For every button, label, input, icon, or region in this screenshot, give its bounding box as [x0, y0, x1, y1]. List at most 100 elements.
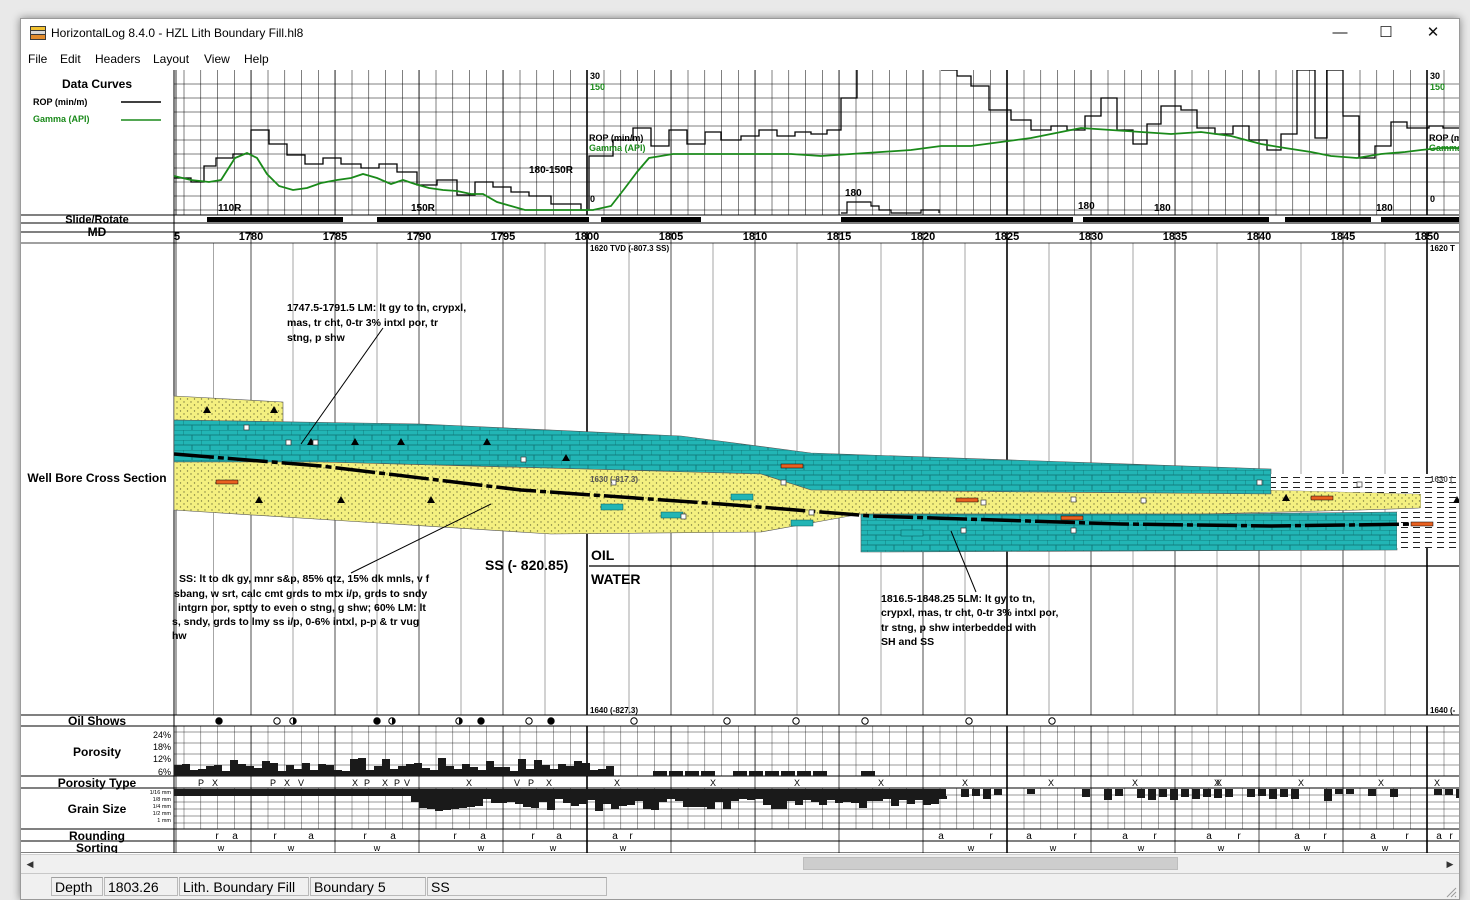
oil-show-marker [630, 717, 638, 725]
menu-edit[interactable]: Edit [60, 52, 81, 66]
scrollbar-thumb[interactable] [803, 857, 1178, 870]
annotation-line: stng, p shw [287, 332, 346, 344]
porosity-bar [310, 770, 318, 776]
oil-show-marker [861, 717, 869, 725]
grain-scale-1-8: 1/8 mm [153, 797, 172, 803]
grain-size-bar [1434, 789, 1442, 795]
grain-size-bar [1456, 789, 1459, 798]
rotate-mark-180-c: 180 [1154, 203, 1171, 214]
porosity-type-mark: X [284, 778, 290, 788]
porosity-bar [326, 765, 334, 776]
menu-view[interactable]: View [204, 52, 230, 66]
porosity-bar [278, 771, 286, 776]
menu-help[interactable]: Help [244, 52, 269, 66]
porosity-bar [574, 761, 582, 776]
rounding-mark: r [363, 831, 367, 842]
menu-file[interactable]: File [28, 52, 47, 66]
porosity-bar [398, 766, 406, 776]
porosity-bar [781, 771, 795, 776]
grain-size-bar [972, 789, 980, 796]
porosity-bar [318, 764, 326, 776]
cross-section-label: Well Bore Cross Section [27, 471, 166, 485]
resize-grip-icon[interactable] [1445, 886, 1457, 898]
grain-size-bar [507, 796, 515, 802]
porosity-bar [422, 768, 430, 776]
sorting-mark: w [477, 843, 485, 853]
app-icon [30, 26, 46, 40]
porosity-marker [243, 424, 250, 431]
tvd-mid-right-label: 1630 ( [1430, 475, 1453, 484]
rounding-mark: r [215, 831, 219, 842]
porosity-bar [414, 763, 422, 776]
rounding-mark: a [1026, 831, 1032, 842]
rounding-mark: a [1122, 831, 1128, 842]
grain-size-bar [1192, 789, 1200, 799]
rop-inline-label-right: ROP (min/m) [1429, 133, 1459, 143]
sorting-mark: w [1381, 843, 1389, 853]
tvd-mid-label: 1630 (-817.3) [590, 475, 638, 484]
gamma-inline-label: Gamma (API) [589, 143, 646, 153]
close-button[interactable]: ✕ [1410, 19, 1456, 47]
menu-layout[interactable]: Layout [153, 52, 189, 66]
scroll-right-icon[interactable]: ▶ [1442, 856, 1458, 872]
porosity-type-mark: X [352, 778, 358, 788]
horizontal-scrollbar[interactable]: ◀ ▶ [21, 854, 1459, 873]
rounding-mark: r [1323, 831, 1327, 842]
porosity-bar [486, 761, 494, 776]
grain-size-bar [595, 796, 603, 811]
limestone-stringer [660, 511, 684, 519]
md-tick-label: 5 [174, 231, 180, 243]
grain-size-bar [961, 789, 969, 797]
porosity-bar [302, 763, 310, 776]
limestone-stringer [900, 529, 924, 537]
status-mode: Lith. Boundary Fill [179, 877, 309, 896]
porosity-bar [502, 767, 510, 776]
menu-headers[interactable]: Headers [95, 52, 140, 66]
grain-size-bar [667, 796, 675, 799]
porosity-bar [374, 766, 382, 776]
grain-size-bar [435, 796, 443, 811]
porosity-type-mark: X [212, 778, 218, 788]
grain-size-bar [771, 796, 779, 809]
minimize-button[interactable]: — [1317, 19, 1363, 47]
porosity-bar [526, 769, 534, 776]
rounding-mark: r [1153, 831, 1157, 842]
porosity-bar [230, 760, 238, 776]
log-canvas[interactable]: P X P X V X P X P V X V P X X X X X X X X X X XX Xr a r a r a r a r a a r a r… [21, 70, 1459, 853]
porosity-bar [358, 758, 366, 776]
porosity-bar [350, 759, 358, 776]
sorting-mark: w [967, 843, 975, 853]
porosity-type-mark: X [382, 778, 388, 788]
grain-size-bar [739, 796, 747, 799]
porosity-bar [294, 769, 302, 776]
porosity-type-mark: X [878, 778, 884, 788]
limestone-stringer [790, 519, 814, 527]
sorting-mark: w [1049, 843, 1057, 853]
sorting-mark: w [619, 843, 627, 853]
grain-size-bar [983, 789, 991, 799]
grain-size-bar [475, 796, 483, 806]
porosity-marker [1356, 481, 1363, 488]
porosity-bar [566, 766, 574, 776]
grain-size-bar [587, 796, 595, 800]
porosity-label: Porosity [73, 745, 121, 759]
grain-size-bar [411, 796, 419, 802]
rounding-mark: r [453, 831, 457, 842]
porosity-bar [222, 771, 230, 776]
maximize-button[interactable]: ☐ [1363, 19, 1409, 47]
annotation-line: mas, tr cht, 0-tr 3% intxl por, tr [287, 317, 438, 329]
grain-size-bar [811, 796, 819, 802]
oil-show-marker [547, 717, 555, 725]
rotate-mark-180-a: 180 [845, 188, 862, 199]
grain-size-bar [691, 796, 699, 807]
scroll-left-icon[interactable]: ◀ [22, 856, 38, 872]
annotation-line: 1747.5-1791.5 LM: lt gy to tn, crypxl, [287, 302, 466, 314]
grain-size-label: Grain Size [68, 802, 127, 816]
porosity-marker [960, 527, 967, 534]
porosity-bar [606, 766, 614, 776]
title-bar: HorizontalLog 8.4.0 - HZL Lith Boundary … [21, 19, 1459, 47]
ss-depth-label: SS (- 820.85) [485, 557, 568, 573]
grain-size-bar [619, 796, 627, 806]
porosity-marker [808, 509, 815, 516]
limestone-stringer [730, 493, 754, 501]
